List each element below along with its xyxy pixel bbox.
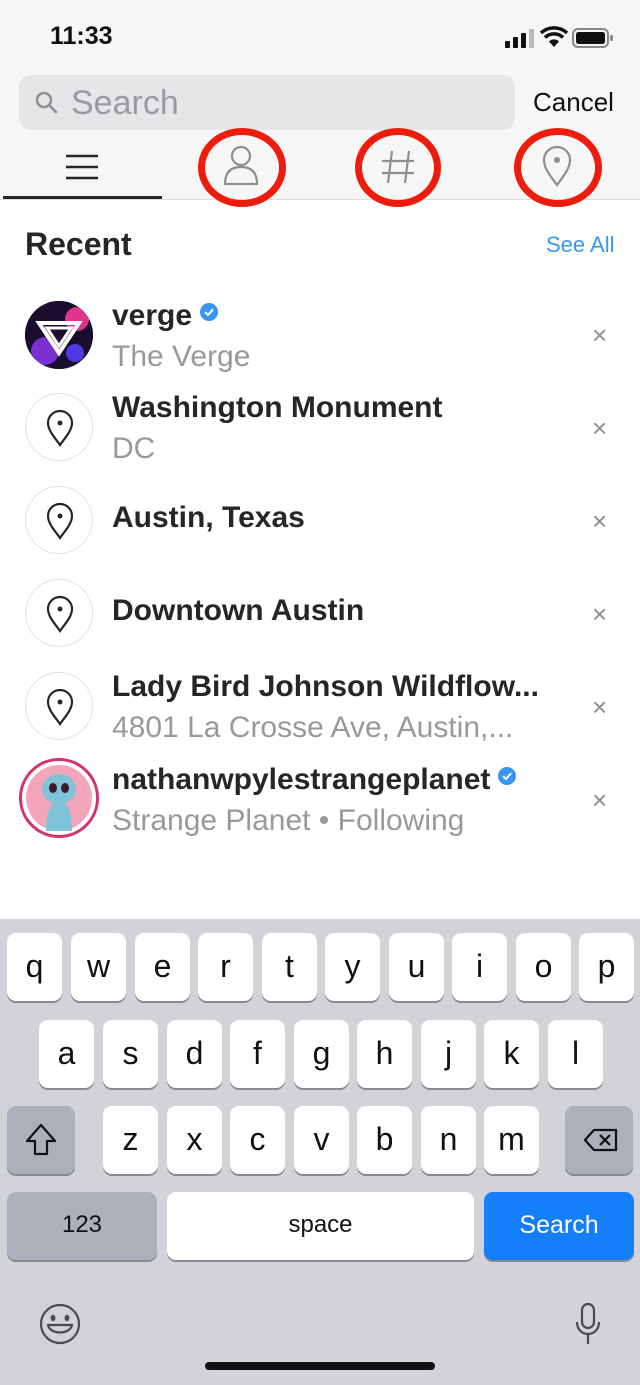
recent-item-washington-monument[interactable]: Washington Monument DC × — [0, 380, 640, 472]
key-o[interactable]: o — [516, 933, 571, 1001]
key-x[interactable]: x — [167, 1106, 222, 1174]
recent-item-title: Lady Bird Johnson Wildflow... — [112, 670, 539, 703]
recent-item-lady-bird-johnson-wildflower-center[interactable]: Lady Bird Johnson Wildflow... 4801 La Cr… — [0, 659, 640, 751]
backspace-icon — [583, 1128, 618, 1152]
section-title-recent: Recent — [25, 226, 132, 262]
remove-recent-button[interactable]: × — [592, 599, 607, 630]
key-a[interactable]: a — [39, 1020, 94, 1088]
location-avatar — [25, 672, 93, 740]
key-p[interactable]: p — [579, 933, 634, 1001]
active-tab-indicator — [3, 196, 162, 199]
emoji-icon[interactable] — [38, 1302, 82, 1346]
recent-item-downtown-austin[interactable]: Downtown Austin × — [0, 566, 640, 658]
strange-planet-avatar-image — [26, 765, 92, 831]
key-u[interactable]: u — [389, 933, 444, 1001]
highlight-ring-places — [514, 128, 602, 207]
tab-top[interactable] — [3, 135, 163, 199]
remove-recent-button[interactable]: × — [592, 413, 607, 444]
recent-item-title: verge — [112, 299, 219, 333]
key-z[interactable]: z — [103, 1106, 158, 1174]
key-r[interactable]: r — [198, 933, 253, 1001]
search-placeholder: Search — [71, 84, 179, 122]
verge-logo — [25, 301, 93, 369]
key-q[interactable]: q — [7, 933, 62, 1001]
remove-recent-button[interactable]: × — [592, 506, 607, 537]
remove-recent-button[interactable]: × — [592, 692, 607, 723]
microphone-icon[interactable] — [574, 1302, 602, 1348]
numbers-key[interactable]: 123 — [7, 1192, 157, 1260]
key-c[interactable]: c — [230, 1106, 285, 1174]
hamburger-icon — [66, 154, 98, 180]
location-avatar — [25, 486, 93, 554]
key-d[interactable]: d — [167, 1020, 222, 1088]
cancel-button[interactable]: Cancel — [533, 87, 614, 118]
key-g[interactable]: g — [294, 1020, 349, 1088]
key-w[interactable]: w — [71, 933, 126, 1001]
remove-recent-button[interactable]: × — [592, 320, 607, 351]
wifi-icon — [540, 26, 568, 47]
keyboard: q w e r t y u i o p a s d f g h j k l z … — [0, 919, 640, 1385]
location-avatar — [25, 393, 93, 461]
shift-key[interactable] — [7, 1106, 75, 1174]
key-k[interactable]: k — [484, 1020, 539, 1088]
strange-planet-avatar — [19, 758, 99, 838]
verified-badge-icon — [200, 303, 219, 321]
recent-item-subtitle: 4801 La Crosse Ave, Austin,... — [112, 711, 514, 744]
recent-item-austin-texas[interactable]: Austin, Texas × — [0, 473, 640, 565]
location-pin-icon — [46, 688, 74, 726]
search-return-key[interactable]: Search — [484, 1192, 634, 1260]
location-avatar — [25, 579, 93, 647]
cellular-signal-icon — [505, 29, 534, 48]
location-pin-icon — [46, 595, 74, 633]
key-i[interactable]: i — [452, 933, 507, 1001]
recent-item-title: Washington Monument — [112, 391, 443, 424]
verified-badge-icon — [498, 767, 517, 785]
backspace-key[interactable] — [565, 1106, 633, 1174]
key-v[interactable]: v — [294, 1106, 349, 1174]
key-y[interactable]: y — [325, 933, 380, 1001]
key-j[interactable]: j — [421, 1020, 476, 1088]
recent-item-subtitle: DC — [112, 432, 156, 465]
key-t[interactable]: t — [262, 933, 317, 1001]
search-icon — [35, 91, 58, 114]
highlight-ring-tags — [355, 128, 441, 207]
remove-recent-button[interactable]: × — [592, 785, 607, 816]
battery-icon — [572, 28, 613, 48]
location-pin-icon — [46, 502, 74, 540]
space-key[interactable]: space — [167, 1192, 474, 1260]
recent-item-title: nathanwpylestrangeplanet — [112, 763, 517, 797]
key-e[interactable]: e — [135, 933, 190, 1001]
recent-item-subtitle: Strange Planet • Following — [112, 804, 465, 837]
key-f[interactable]: f — [230, 1020, 285, 1088]
recent-item-subtitle: The Verge — [112, 340, 251, 373]
recent-item-title: Downtown Austin — [112, 594, 365, 627]
location-pin-icon — [46, 409, 74, 447]
status-time: 11:33 — [50, 22, 113, 50]
recent-item-verge[interactable]: verge The Verge × — [0, 288, 640, 380]
key-b[interactable]: b — [357, 1106, 412, 1174]
key-h[interactable]: h — [357, 1020, 412, 1088]
see-all-link[interactable]: See All — [546, 232, 615, 258]
recent-item-nathanwpylestrangeplanet[interactable]: nathanwpylestrangeplanet Strange Planet … — [0, 752, 640, 844]
shift-icon — [25, 1123, 57, 1156]
key-n[interactable]: n — [421, 1106, 476, 1174]
highlight-ring-accounts — [198, 128, 286, 207]
key-m[interactable]: m — [484, 1106, 539, 1174]
verge-avatar — [25, 301, 93, 369]
search-header: Search Cancel — [0, 72, 640, 207]
status-bar: 11:33 — [0, 0, 640, 72]
key-s[interactable]: s — [103, 1020, 158, 1088]
key-l[interactable]: l — [548, 1020, 603, 1088]
home-indicator — [205, 1362, 435, 1370]
recent-item-title: Austin, Texas — [112, 501, 305, 534]
search-input[interactable]: Search — [19, 75, 515, 130]
